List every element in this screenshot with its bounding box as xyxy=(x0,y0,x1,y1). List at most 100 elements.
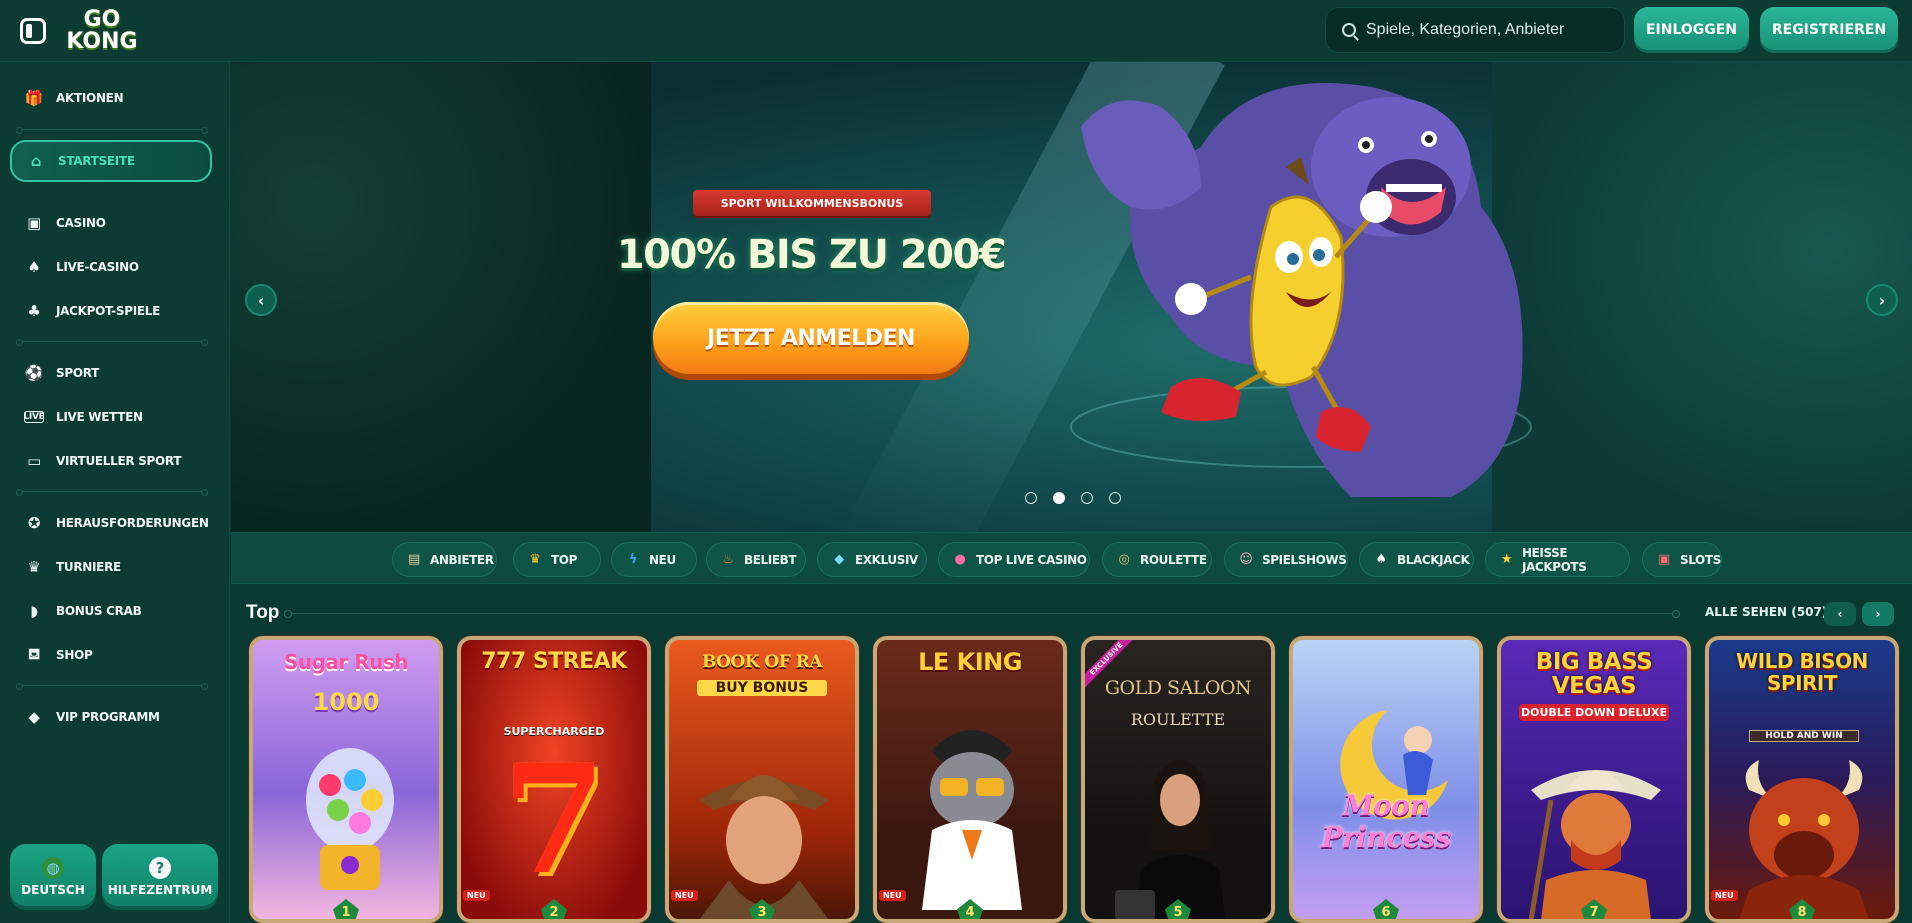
game-title: BIG BASS VEGAS xyxy=(1535,649,1653,699)
hero-dot[interactable] xyxy=(1025,492,1037,504)
medal-icon: ✪ xyxy=(27,514,41,532)
category-slots[interactable]: ▣ SLOTS xyxy=(1642,542,1722,577)
hero-dot[interactable] xyxy=(1053,492,1065,504)
gumball-machine-illustration xyxy=(306,748,394,890)
section-divider xyxy=(284,610,1680,618)
logo-text-go: GO xyxy=(83,7,121,32)
sidebar-divider xyxy=(16,683,208,690)
game-subtitle: DOUBLE DOWN DELUXE xyxy=(1519,704,1669,721)
see-all-link[interactable]: ALLE SEHEN (507) xyxy=(1705,605,1827,619)
category-heisse-jackpots[interactable]: ★ HEISSE JACKPOTS xyxy=(1485,542,1630,577)
sidebar-item-bonus-crab[interactable]: ◗ BONUS CRAB xyxy=(10,594,212,628)
help-label: HILFEZENTRUM xyxy=(107,883,213,897)
category-label: TOP xyxy=(551,552,577,567)
fisherman-illustration xyxy=(1528,770,1661,919)
sidebar-item-label: LIVE WETTEN xyxy=(56,410,143,424)
sidebar-item-aktionen[interactable]: 🎁 AKTIONEN xyxy=(10,81,212,115)
game-title: Moon Princess xyxy=(1321,789,1451,854)
category-exklusiv[interactable]: ◆ EXKLUSIV xyxy=(817,542,927,577)
search-input[interactable] xyxy=(1366,21,1606,39)
hero-prev-arrow-icon[interactable]: ‹ xyxy=(245,284,277,316)
sidebar-item-herausforderungen[interactable]: ✪ HERAUSFORDERUNGEN xyxy=(10,506,212,540)
sidebar-toggle-icon[interactable] xyxy=(20,18,46,44)
gift-icon: 🎁 xyxy=(24,89,44,107)
sidebar: 🎁 AKTIONEN ⌂ STARTSEITE ▣ CASINO ♠ LIVE-… xyxy=(0,62,230,923)
bonus-badge: SPORT WILLKOMMENSBONUS xyxy=(685,190,939,216)
category-anbieter[interactable]: ▤ ANBIETER xyxy=(392,542,497,577)
jackpot-icon: ★ xyxy=(1500,552,1513,567)
game-card[interactable]: WILD BISON SPIRIT HOLD AND WIN NEU 8 xyxy=(1705,636,1899,923)
category-spielshows[interactable]: ☺ SPIELSHOWS xyxy=(1224,542,1348,577)
games-prev-arrow-icon[interactable]: ‹ xyxy=(1824,602,1856,626)
jungle-background-left xyxy=(231,62,651,532)
category-label: SPIELSHOWS xyxy=(1262,552,1347,567)
language-button[interactable]: ◍ DEUTSCH xyxy=(10,844,96,910)
sidebar-item-vip-programm[interactable]: ◆ VIP PROGRAMM xyxy=(10,700,212,734)
crown-icon: ♛ xyxy=(529,552,541,567)
sidebar-item-jackpot-spiele[interactable]: ♣ JACKPOT-SPIELE xyxy=(10,294,212,328)
gorilla-banana-illustration xyxy=(1070,83,1532,497)
category-roulette[interactable]: ◎ ROULETTE xyxy=(1102,542,1212,577)
login-button[interactable]: EINLOGGEN xyxy=(1634,7,1749,53)
game-subtitle: ROULETTE xyxy=(1130,710,1226,729)
game-title: LE KING xyxy=(918,648,1022,676)
seven-graphic: 7 xyxy=(501,732,607,908)
home-icon: ⌂ xyxy=(30,152,42,170)
sidebar-item-sport[interactable]: ⚽ SPORT xyxy=(10,356,212,390)
game-card[interactable]: BIG BASS VEGAS DOUBLE DOWN DELUXE 7 xyxy=(1497,636,1691,923)
rank-badge: 6 xyxy=(1373,899,1399,919)
sidebar-item-virtueller-sport[interactable]: ▭ VIRTUELLER SPORT xyxy=(10,444,212,478)
game-card[interactable]: LE KING NEU 4 xyxy=(873,636,1067,923)
game-card[interactable]: BOOK OF RA BUY BONUS NEU 3 xyxy=(665,636,859,923)
new-badge: NEU xyxy=(1711,890,1738,901)
search-icon xyxy=(1342,23,1356,37)
clover-icon: ♣ xyxy=(27,302,41,320)
globe-icon: ◍ xyxy=(42,857,64,879)
sidebar-item-label: LIVE-CASINO xyxy=(56,260,139,274)
game-card[interactable]: EXCLUSIVE GOLD SALOON ROULETTE 5 xyxy=(1081,636,1275,923)
category-beliebt[interactable]: ♨ BELIEBT xyxy=(706,542,806,577)
sidebar-item-live-casino[interactable]: ♠ LIVE-CASINO xyxy=(10,250,212,284)
hero-banner[interactable]: SPORT WILLKOMMENSBONUS 100% BIS ZU 200€ … xyxy=(231,62,1912,532)
hero-next-arrow-icon[interactable]: › xyxy=(1866,284,1898,316)
signup-cta-button[interactable]: JETZT ANMELDEN xyxy=(653,302,969,374)
game-card[interactable]: Moon Princess 6 xyxy=(1289,636,1483,923)
category-label: TOP LIVE CASINO xyxy=(976,552,1087,567)
help-center-button[interactable]: ? HILFEZENTRUM xyxy=(102,844,218,910)
category-neu[interactable]: ϟ NEU xyxy=(611,542,697,577)
ball-icon: ⚽ xyxy=(24,364,44,382)
cards-icon: ♠ xyxy=(1375,552,1387,567)
category-label: ANBIETER xyxy=(430,552,494,567)
sidebar-item-label: SPORT xyxy=(56,366,100,380)
logo-text-kong: KONG xyxy=(66,29,138,54)
new-badge: NEU xyxy=(879,890,906,901)
category-blackjack[interactable]: ♠ BLACKJACK xyxy=(1359,542,1474,577)
slots-icon: ▣ xyxy=(1658,552,1670,567)
sidebar-item-casino[interactable]: ▣ CASINO xyxy=(10,206,212,240)
register-button[interactable]: REGISTRIEREN xyxy=(1760,7,1898,53)
rank-badge: 1 xyxy=(333,899,359,919)
category-top[interactable]: ♛ TOP xyxy=(513,542,601,577)
sidebar-divider xyxy=(16,339,208,346)
games-next-arrow-icon[interactable]: › xyxy=(1862,602,1894,626)
game-card[interactable]: Sugar Rush 1000 1 xyxy=(249,636,443,923)
sidebar-item-startseite[interactable]: ⌂ STARTSEITE xyxy=(10,140,212,182)
hero-dot[interactable] xyxy=(1081,492,1093,504)
sidebar-item-turniere[interactable]: ♛ TURNIERE xyxy=(10,550,212,584)
logo[interactable]: GO KONG xyxy=(64,4,140,58)
new-badge: NEU xyxy=(671,890,698,901)
games-section-header: Top ALLE SEHEN (507) ‹ › xyxy=(246,602,1896,626)
search-box[interactable] xyxy=(1325,7,1625,53)
category-label: BELIEBT xyxy=(744,552,797,567)
language-label: DEUTSCH xyxy=(21,883,85,897)
game-subtitle: BUY BONUS xyxy=(697,680,827,696)
hero-dot[interactable] xyxy=(1109,492,1121,504)
sidebar-item-label: VIP PROGRAMM xyxy=(56,710,160,724)
dealer-illustration xyxy=(1115,760,1225,919)
sidebar-item-shop[interactable]: ⛾ SHOP xyxy=(10,638,212,672)
sidebar-item-live-wetten[interactable]: LIVE LIVE WETTEN xyxy=(10,400,212,434)
category-top-live-casino[interactable]: ● TOP LIVE CASINO xyxy=(938,542,1090,577)
game-card[interactable]: 777 STREAK SUPERCHARGED 7 NEU 2 xyxy=(457,636,651,923)
crab-icon: ◗ xyxy=(30,602,38,620)
fire-icon: ♨ xyxy=(722,552,734,567)
